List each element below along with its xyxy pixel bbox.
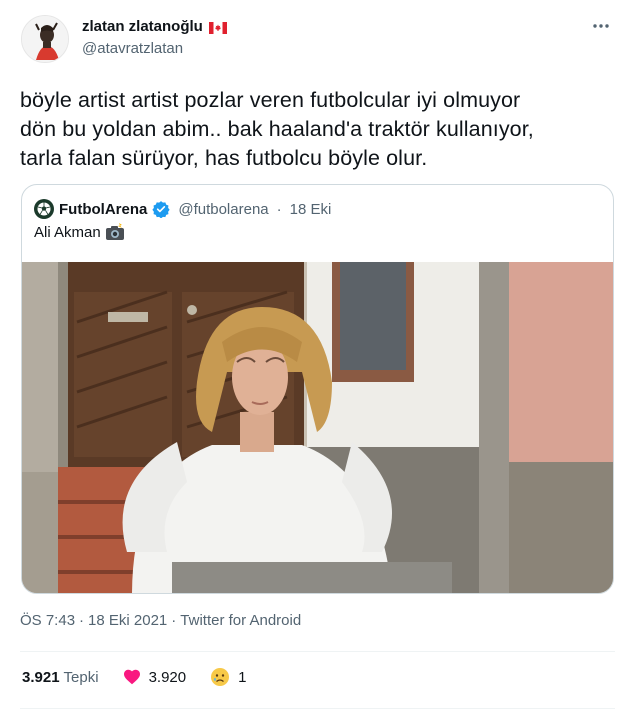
quoted-avatar[interactable] (34, 199, 54, 219)
divider (20, 708, 615, 709)
meta-separator: · (171, 612, 177, 629)
tweet-date[interactable]: 18 Eki 2021 (88, 612, 167, 629)
tweet-time[interactable]: ÖS 7:43 (20, 612, 75, 629)
tweet-card: zlatan zlatanoğlu @atavratzlatan böyle a… (0, 0, 635, 713)
reactions-count[interactable]: 3.921 (22, 669, 60, 686)
canada-flag-icon (208, 21, 227, 34)
likes-count: 3.920 (148, 668, 187, 686)
quoted-display-name[interactable]: FutbolArena (59, 201, 147, 218)
camera-flash-icon (105, 223, 124, 240)
quoted-text: Ali Akman (34, 223, 125, 241)
author-avatar[interactable] (21, 15, 69, 63)
tweet-timestamp: ÖS 7:43 · 18 Eki 2021 · Twitter for Andr… (20, 612, 301, 629)
tweet-source[interactable]: Twitter for Android (180, 612, 301, 629)
sad-stat[interactable]: 1 (210, 667, 246, 687)
author-display-name[interactable]: zlatan zlatanoğlu (82, 18, 203, 35)
soccer-ball-icon (37, 202, 51, 216)
meta-separator: · (79, 612, 85, 629)
verified-badge-icon (152, 201, 170, 218)
quoted-header: FutbolArena @futbolarena · 18 Eki (34, 199, 331, 219)
quoted-text-label: Ali Akman (34, 223, 101, 241)
likes-stat[interactable]: 3.920 (123, 668, 187, 686)
engagement-stats: 3.921 Tepki 3.920 1 (22, 666, 246, 688)
avatar-image (22, 16, 68, 62)
author-name-row: zlatan zlatanoğlu (82, 18, 227, 35)
photo-image (22, 262, 613, 593)
tweet-line: tarla falan sürüyor, has futbolcu böyle … (20, 146, 428, 170)
quoted-photo[interactable] (22, 262, 613, 593)
heart-icon (123, 669, 140, 685)
more-options-icon[interactable] (589, 16, 613, 36)
quoted-handle[interactable]: @futbolarena (178, 201, 268, 218)
quoted-date[interactable]: 18 Eki (290, 201, 332, 218)
quoted-tweet[interactable]: FutbolArena @futbolarena · 18 Eki Ali Ak… (21, 184, 614, 594)
sad-count: 1 (238, 668, 247, 686)
sad-face-icon (211, 668, 230, 686)
reactions-label[interactable]: Tepki (64, 669, 99, 686)
tweet-text: böyle artist artist pozlar veren futbolc… (20, 86, 620, 173)
author-handle[interactable]: @atavratzlatan (82, 40, 183, 57)
divider (20, 651, 615, 652)
tweet-line: böyle artist artist pozlar veren futbolc… (20, 88, 521, 112)
tweet-line: dön bu yoldan abim.. bak haaland'a trakt… (20, 117, 534, 141)
quoted-separator: · (276, 200, 282, 218)
